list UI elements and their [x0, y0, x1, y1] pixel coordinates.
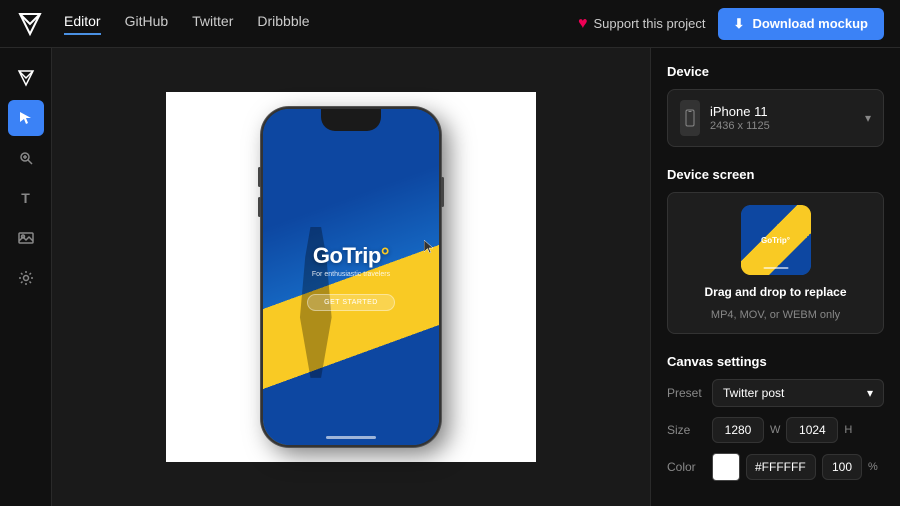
phone-outer: GoTrip° For enthusiastic travelers GET S… — [261, 107, 441, 447]
app-logo-text: GoTrip° — [313, 243, 389, 269]
device-selector[interactable]: iPhone 11 2436 x 1125 ▾ — [667, 89, 884, 147]
color-label: Color — [667, 460, 712, 474]
color-preview[interactable] — [712, 453, 740, 481]
preset-value: Twitter post — [723, 386, 784, 400]
phone-power-button — [441, 177, 444, 207]
nav-twitter[interactable]: Twitter — [192, 13, 233, 35]
thumb-bar — [763, 267, 788, 269]
nav-editor[interactable]: Editor — [64, 13, 101, 35]
size-label: Size — [667, 423, 712, 437]
image-tool[interactable] — [8, 220, 44, 256]
nav-github[interactable]: GitHub — [125, 13, 169, 35]
screen-preview-box[interactable]: GoTrip° Drag and drop to replace MP4, MO… — [667, 192, 884, 334]
drag-drop-sub: MP4, MOV, or WEBM only — [711, 309, 840, 321]
size-row: Size W H — [667, 417, 884, 443]
main-layout: T — [0, 48, 900, 506]
drag-drop-text: Drag and drop to replace — [704, 285, 846, 299]
text-tool-icon: T — [21, 190, 30, 206]
device-resolution: 2436 x 1125 — [710, 120, 855, 132]
text-tool[interactable]: T — [8, 180, 44, 216]
phone-bottom-bar — [326, 436, 376, 439]
device-name: iPhone 11 — [710, 104, 855, 119]
thumb-logo: GoTrip° — [761, 236, 790, 245]
chevron-down-icon: ▾ — [865, 111, 871, 125]
support-label: Support this project — [594, 16, 706, 31]
app-logo-name: GoTrip — [313, 243, 381, 268]
phone-volume-down — [258, 197, 261, 217]
heart-icon: ♥ — [578, 15, 588, 33]
device-screen-section: Device screen GoTrip° Drag and drop to r… — [667, 167, 884, 334]
size-control: W H — [712, 417, 884, 443]
preset-row: Preset Twitter post ▾ — [667, 379, 884, 407]
app-logo — [16, 10, 44, 38]
size-height-input[interactable] — [786, 417, 838, 443]
select-tool[interactable] — [8, 100, 44, 136]
phone-mockup: GoTrip° For enthusiastic travelers GET S… — [261, 107, 441, 447]
preset-select[interactable]: Twitter post ▾ — [712, 379, 884, 407]
download-label: Download mockup — [752, 16, 868, 31]
support-button[interactable]: ♥ Support this project — [578, 15, 706, 33]
device-section-title: Device — [667, 64, 884, 79]
opacity-input[interactable] — [822, 454, 862, 480]
top-nav: Editor GitHub Twitter Dribbble ♥ Support… — [0, 0, 900, 48]
phone-volume-up — [258, 167, 261, 187]
percent-label: % — [868, 461, 878, 473]
canvas-settings-title: Canvas settings — [667, 354, 884, 369]
width-label: W — [770, 424, 780, 436]
device-info: iPhone 11 2436 x 1125 — [710, 104, 855, 132]
app-cta-button: GET STARTED — [307, 294, 395, 311]
preset-control: Twitter post ▾ — [712, 379, 884, 407]
device-screen-title: Device screen — [667, 167, 884, 182]
color-control: % — [712, 453, 884, 481]
phone-app-content: GoTrip° For enthusiastic travelers GET S… — [263, 109, 439, 445]
logo-tool — [8, 60, 44, 96]
screen-thumbnail: GoTrip° — [741, 205, 811, 275]
color-row: Color % — [667, 453, 884, 481]
right-panel: Device iPhone 11 2436 x 1125 ▾ Device sc… — [650, 48, 900, 506]
nav-dribbble[interactable]: Dribbble — [257, 13, 309, 35]
app-logo-dot: ° — [381, 243, 389, 268]
download-icon: ⬇ — [734, 16, 745, 32]
download-button[interactable]: ⬇ Download mockup — [718, 8, 884, 40]
left-sidebar: T — [0, 48, 52, 506]
height-label: H — [844, 424, 852, 436]
canvas-content: GoTrip° For enthusiastic travelers GET S… — [166, 92, 536, 462]
phone-notch — [321, 109, 381, 131]
device-icon — [680, 100, 700, 136]
device-section: Device iPhone 11 2436 x 1125 ▾ — [667, 64, 884, 147]
zoom-tool[interactable] — [8, 140, 44, 176]
canvas-settings-section: Canvas settings Preset Twitter post ▾ Si… — [667, 354, 884, 491]
nav-links: Editor GitHub Twitter Dribbble — [64, 13, 578, 35]
canvas-area[interactable]: GoTrip° For enthusiastic travelers GET S… — [52, 48, 650, 506]
preset-chevron: ▾ — [867, 386, 873, 400]
nav-right: ♥ Support this project ⬇ Download mockup — [578, 8, 884, 40]
color-hex-input[interactable] — [746, 454, 816, 480]
settings-tool[interactable] — [8, 260, 44, 296]
size-width-input[interactable] — [712, 417, 764, 443]
preset-label: Preset — [667, 386, 712, 400]
app-tagline: For enthusiastic travelers — [312, 271, 390, 278]
